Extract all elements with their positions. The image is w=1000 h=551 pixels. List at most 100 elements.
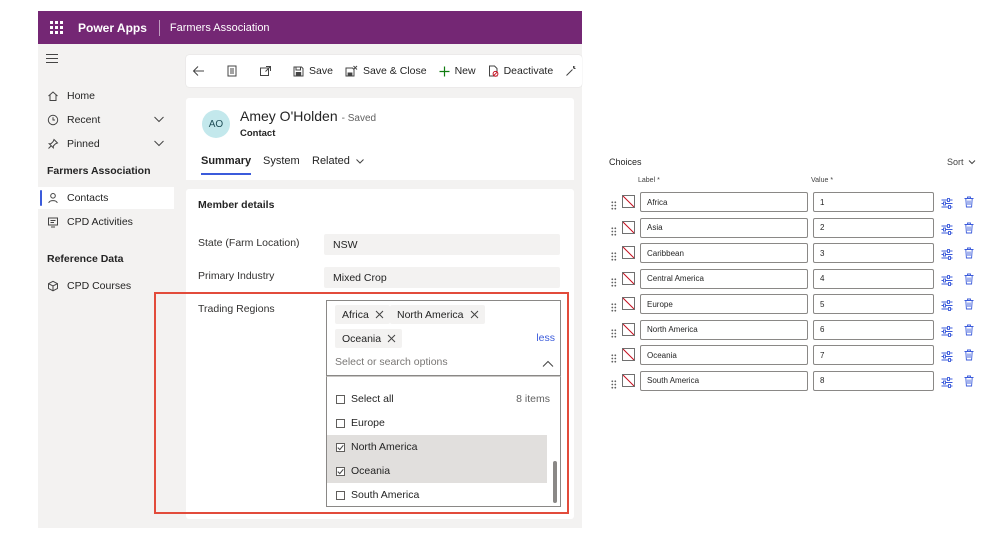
no-color-swatch[interactable] <box>622 373 635 387</box>
primary-industry-field[interactable]: Mixed Crop <box>324 267 560 288</box>
tab-summary[interactable]: Summary <box>201 155 252 175</box>
option-label: Europe <box>351 417 385 429</box>
choice-value-input[interactable]: 5 <box>813 294 934 314</box>
settings-sliders-icon[interactable] <box>941 247 953 265</box>
drag-handle-icon[interactable] <box>611 197 617 215</box>
search-input[interactable]: Select or search options <box>335 356 448 368</box>
no-color-swatch[interactable] <box>622 246 635 259</box>
settings-sliders-icon[interactable] <box>941 324 953 342</box>
remove-icon[interactable] <box>387 334 396 343</box>
delete-icon[interactable] <box>964 221 974 239</box>
divider <box>158 19 160 36</box>
checkbox[interactable] <box>336 418 345 428</box>
option-europe[interactable]: Europe <box>327 411 547 435</box>
delete-icon[interactable] <box>964 195 974 213</box>
choice-value-input[interactable]: 4 <box>813 268 934 289</box>
tab-related[interactable]: Related <box>312 155 365 167</box>
choice-value-input[interactable]: 7 <box>813 345 934 365</box>
drag-handle-icon[interactable] <box>611 274 617 292</box>
choice-label-input[interactable]: South America <box>640 370 808 391</box>
drag-handle-icon[interactable] <box>611 350 617 368</box>
hamburger-icon[interactable] <box>46 54 58 66</box>
checkbox-checked[interactable] <box>336 466 345 476</box>
settings-sliders-icon[interactable] <box>941 196 953 214</box>
chevron-down-icon[interactable] <box>153 113 165 128</box>
back-arrow-icon <box>192 66 204 76</box>
choice-value-input[interactable]: 6 <box>813 319 934 340</box>
choice-label-input[interactable]: North America <box>640 319 808 340</box>
drag-handle-icon[interactable] <box>611 223 617 241</box>
app-name[interactable]: Farmers Association <box>170 22 270 34</box>
sidebar-item-contacts[interactable]: Contacts <box>38 187 174 209</box>
settings-sliders-icon[interactable] <box>941 273 953 291</box>
chevron-down-icon[interactable] <box>153 137 165 152</box>
settings-sliders-icon[interactable] <box>941 375 953 393</box>
drag-handle-icon[interactable] <box>611 299 617 317</box>
sidebar-item-cpd-activities[interactable]: CPD Activities <box>38 211 174 233</box>
save-button[interactable]: Save <box>287 55 339 87</box>
drag-handle-icon[interactable] <box>611 376 617 394</box>
save-and-close-button[interactable]: Save & Close <box>339 55 433 87</box>
choice-label-input[interactable]: Caribbean <box>640 243 808 263</box>
delete-icon[interactable] <box>964 297 974 315</box>
option-oceania[interactable]: Oceania <box>327 459 547 483</box>
sidebar-item-pinned[interactable]: Pinned <box>38 133 174 155</box>
choice-value-input[interactable]: 3 <box>813 243 934 263</box>
checkbox[interactable] <box>336 394 345 404</box>
no-color-swatch[interactable] <box>622 348 635 361</box>
delete-icon[interactable] <box>964 348 974 366</box>
sidebar-item-recent[interactable]: Recent <box>38 109 174 131</box>
field-label-primary-industry: Primary Industry <box>198 270 275 282</box>
record-set-button[interactable] <box>220 55 249 87</box>
no-color-swatch[interactable] <box>622 220 635 234</box>
choice-value-input[interactable]: 8 <box>813 370 934 391</box>
sidebar-item-label: Home <box>67 90 96 102</box>
save-label: Save <box>309 65 333 77</box>
open-new-window-button[interactable] <box>253 55 283 87</box>
choice-label-input[interactable]: Central America <box>640 268 808 289</box>
delete-icon[interactable] <box>964 323 974 341</box>
app-launcher-button[interactable] <box>40 11 72 44</box>
delete-icon[interactable] <box>964 374 974 392</box>
less-link[interactable]: less <box>536 332 555 344</box>
new-button[interactable]: New <box>433 55 482 87</box>
deactivate-button[interactable]: Deactivate <box>482 55 560 87</box>
state-field[interactable]: NSW <box>324 234 560 255</box>
option-north-america[interactable]: North America <box>327 435 547 459</box>
delete-icon[interactable] <box>964 272 974 290</box>
checkbox-checked[interactable] <box>336 442 345 452</box>
choice-label-input[interactable]: Africa <box>640 192 808 212</box>
remove-icon[interactable] <box>470 310 479 319</box>
checkbox[interactable] <box>336 490 345 500</box>
scrollbar-thumb[interactable] <box>553 461 557 503</box>
top-bar: Power Apps Farmers Association <box>38 11 582 44</box>
drag-handle-icon[interactable] <box>611 325 617 343</box>
brand-title[interactable]: Power Apps <box>78 21 147 35</box>
no-color-swatch[interactable] <box>622 271 635 285</box>
remove-icon[interactable] <box>375 310 384 319</box>
choice-label-input[interactable]: Europe <box>640 294 808 314</box>
select-all-option[interactable]: Select all <box>327 387 547 411</box>
more-command-button[interactable]: Se <box>559 55 582 87</box>
chip-north-america: North America <box>390 305 485 324</box>
option-south-america[interactable]: South America <box>327 483 547 506</box>
trading-regions-multiselect[interactable]: Africa North America Oceania less Select… <box>326 300 561 376</box>
tab-system[interactable]: System <box>263 155 300 167</box>
drag-handle-icon[interactable] <box>611 248 617 266</box>
choice-value-input[interactable]: 2 <box>813 217 934 238</box>
settings-sliders-icon[interactable] <box>941 298 953 316</box>
chevron-up-icon[interactable] <box>542 356 554 374</box>
no-color-swatch[interactable] <box>622 322 635 336</box>
sidebar-item-home[interactable]: Home <box>38 85 174 107</box>
back-button[interactable] <box>186 55 216 87</box>
delete-icon[interactable] <box>964 246 974 264</box>
sidebar-item-label: Recent <box>67 114 101 126</box>
choice-label-input[interactable]: Asia <box>640 217 808 238</box>
settings-sliders-icon[interactable] <box>941 222 953 240</box>
sort-button[interactable]: Sort <box>947 157 976 167</box>
no-color-swatch[interactable] <box>622 195 635 208</box>
choice-value-input[interactable]: 1 <box>813 192 934 212</box>
no-color-swatch[interactable] <box>622 297 635 310</box>
choice-label-input[interactable]: Oceania <box>640 345 808 365</box>
settings-sliders-icon[interactable] <box>941 349 953 367</box>
